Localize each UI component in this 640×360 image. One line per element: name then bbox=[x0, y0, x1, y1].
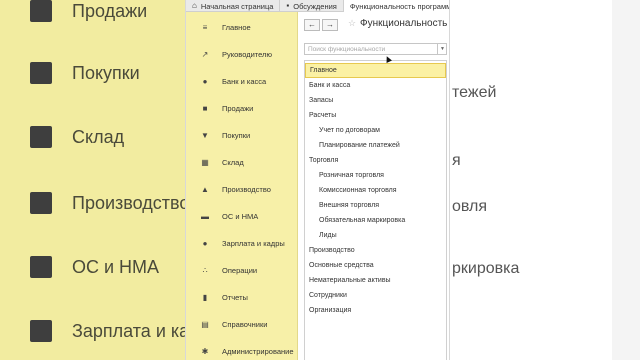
sidebar-item-salary[interactable]: ● Зарплата и кадры bbox=[186, 230, 298, 256]
sidebar-item-label: Покупки bbox=[222, 130, 251, 140]
bag-icon bbox=[30, 0, 52, 22]
home-icon: ⌂ bbox=[192, 1, 197, 10]
list-item[interactable]: Учет по договорам bbox=[305, 123, 446, 138]
bg-item-label: Зарплата и ка bbox=[72, 320, 190, 341]
bg-item-label: Производство bbox=[72, 192, 190, 213]
list-item[interactable]: Запасы bbox=[305, 93, 446, 108]
sidebar-item-operations[interactable]: ∴ Операции bbox=[186, 257, 298, 283]
factory-icon: ▲ bbox=[201, 184, 209, 194]
sidebar-item-warehouse[interactable]: ▦ Склад bbox=[186, 149, 298, 175]
tab-label: Начальная страница bbox=[200, 1, 274, 11]
list-item[interactable]: Производство bbox=[305, 243, 446, 258]
tab-discussions[interactable]: ▪ Обсуждения bbox=[280, 0, 344, 12]
sidebar-item-purchases[interactable]: ▼ Покупки bbox=[186, 122, 298, 148]
list-item[interactable]: Главное bbox=[305, 63, 446, 78]
bag-icon: ■ bbox=[202, 103, 208, 113]
trend-icon: ↗ bbox=[201, 49, 209, 59]
bg-fragment: я bbox=[452, 152, 461, 169]
sidebar-item-label: Отчеты bbox=[222, 292, 248, 302]
sidebar-item-label: Производство bbox=[222, 184, 271, 194]
bg-item-label: Покупки bbox=[72, 62, 140, 83]
back-button[interactable]: ← bbox=[304, 19, 320, 31]
sidebar-item-label: Зарплата и кадры bbox=[222, 238, 285, 248]
tab-label: Функциональность программы bbox=[349, 1, 450, 11]
chart-icon: ▮ bbox=[202, 292, 208, 302]
search-dropdown-icon[interactable]: ▼ bbox=[437, 43, 447, 55]
truck-icon: ▬ bbox=[201, 211, 209, 221]
sidebar-item-label: Склад bbox=[222, 157, 244, 167]
sidebar-item-bank[interactable]: ● Банк и касса bbox=[186, 68, 298, 94]
bg-item: Зарплата и ка bbox=[30, 320, 189, 342]
chat-icon: ▪ bbox=[286, 1, 290, 10]
cart-icon bbox=[30, 62, 52, 84]
operations-icon: ∴ bbox=[202, 265, 208, 275]
warehouse-icon: ▦ bbox=[201, 157, 209, 167]
bg-item: Производство bbox=[30, 192, 189, 214]
bg-fragment: ркировка bbox=[452, 260, 520, 277]
list-item[interactable]: Сотрудники bbox=[305, 288, 446, 303]
list-item[interactable]: Нематериальные активы bbox=[305, 273, 446, 288]
list-item[interactable]: Комиссионная торговля bbox=[305, 183, 446, 198]
list-item[interactable]: Торговля bbox=[305, 153, 446, 168]
background-scrollbar bbox=[612, 0, 640, 360]
bg-item-label: ОС и НМА bbox=[72, 256, 160, 277]
bg-item: Покупки bbox=[30, 62, 140, 84]
bg-fragment: овля bbox=[452, 198, 488, 215]
sidebar-item-reports[interactable]: ▮ Отчеты bbox=[186, 284, 298, 310]
truck-icon bbox=[30, 256, 52, 278]
sidebar-item-sales[interactable]: ■ Продажи bbox=[186, 95, 298, 121]
list-item[interactable]: Расчеты bbox=[305, 108, 446, 123]
menu-icon: ≡ bbox=[202, 22, 208, 32]
functionality-list: Главное Банк и касса Запасы Расчеты Учет по … bbox=[304, 60, 447, 360]
list-item[interactable]: Лиды bbox=[305, 228, 446, 243]
sidebar-item-label: ОС и НМА bbox=[222, 211, 259, 221]
list-item[interactable]: Обязательная маркировка bbox=[305, 213, 446, 228]
sidebar-item-label: Операции bbox=[222, 265, 258, 275]
bg-fragment: тежей bbox=[452, 84, 497, 101]
sidebar-item-label: Продажи bbox=[222, 103, 254, 113]
list-item[interactable]: Основные средства bbox=[305, 258, 446, 273]
person-icon bbox=[30, 320, 52, 342]
sidebar-item-assets[interactable]: ▬ ОС и НМА bbox=[186, 203, 298, 229]
sidebar-item-admin[interactable]: ✱ Администрирование bbox=[186, 338, 298, 360]
favorite-star-icon[interactable]: ☆ bbox=[348, 18, 356, 29]
list-item[interactable]: Организация bbox=[305, 303, 446, 318]
list-item[interactable]: Внешняя торговля bbox=[305, 198, 446, 213]
tab-home[interactable]: ⌂ Начальная страница bbox=[186, 0, 281, 12]
sidebar-item-label: Администрирование bbox=[222, 346, 294, 356]
bg-item-label: Склад bbox=[72, 126, 125, 147]
coin-icon: ● bbox=[202, 76, 208, 86]
sidebar-item-production[interactable]: ▲ Производство bbox=[186, 176, 298, 202]
tab-label: Обсуждения bbox=[293, 1, 337, 11]
sidebar-item-label: Главное bbox=[222, 22, 251, 32]
main-content: ← → ☆ Функциональность п ▼ ГлавноеБанк и… bbox=[298, 12, 450, 360]
sidebar-item-manager[interactable]: ↗ Руководителю bbox=[186, 41, 298, 67]
book-icon: ▤ bbox=[201, 319, 209, 329]
warehouse-icon bbox=[30, 126, 52, 148]
bg-item: ОС и НМА bbox=[30, 256, 159, 278]
gear-icon: ✱ bbox=[201, 346, 209, 356]
list-item[interactable]: Розничная торговля bbox=[305, 168, 446, 183]
tab-functionality[interactable]: Функциональность программы bbox=[343, 0, 450, 12]
bg-item: Продажи bbox=[30, 0, 147, 22]
cart-icon: ▼ bbox=[201, 130, 209, 140]
sidebar-item-label: Банк и касса bbox=[222, 76, 267, 86]
page-title: Функциональность п bbox=[360, 18, 450, 29]
list-item[interactable]: Банк и касса bbox=[305, 78, 446, 93]
sidebar-item-label: Руководителю bbox=[222, 49, 273, 59]
bg-item: Склад bbox=[30, 126, 124, 148]
bg-item-label: Продажи bbox=[72, 0, 148, 21]
forward-button[interactable]: → bbox=[322, 19, 338, 31]
sidebar-item-main[interactable]: ≡ Главное bbox=[186, 14, 298, 40]
tab-bar: ⌂ Начальная страница ▪ Обсуждения Функци… bbox=[186, 0, 450, 12]
factory-icon bbox=[30, 192, 52, 214]
person-icon: ● bbox=[202, 238, 208, 248]
search-input[interactable] bbox=[304, 43, 447, 55]
sidebar: ≡ Главное ↗ Руководителю ● Банк и касса ■ Пр… bbox=[186, 12, 298, 360]
sidebar-item-label: Справочники bbox=[222, 319, 268, 329]
app-window: ⌂ Начальная страница ▪ Обсуждения Функци… bbox=[185, 0, 450, 360]
list-item[interactable]: Планирование платежей bbox=[305, 138, 446, 153]
sidebar-item-references[interactable]: ▤ Справочники bbox=[186, 311, 298, 337]
